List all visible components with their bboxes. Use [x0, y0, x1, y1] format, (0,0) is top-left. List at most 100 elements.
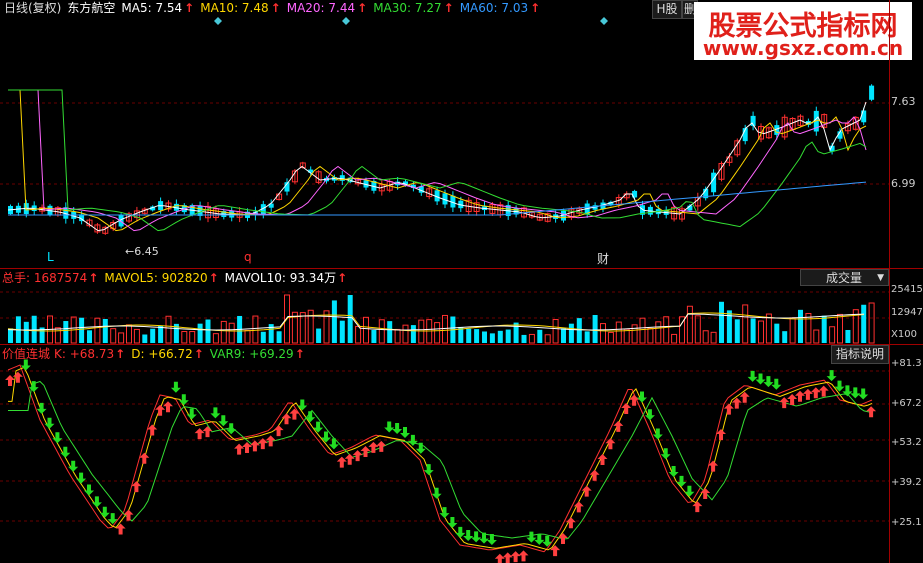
arrow-up-icon	[234, 443, 245, 455]
arrow-up-icon	[202, 426, 213, 438]
volume-bar	[54, 327, 61, 344]
var9-value: VAR9: +69.29	[209, 347, 294, 361]
volume-bar	[647, 327, 654, 344]
arrow-up-icon	[344, 453, 355, 465]
volume-bar	[750, 318, 756, 343]
volume-bar	[537, 329, 543, 343]
volume-bar	[94, 317, 101, 344]
volume-bar	[410, 325, 416, 343]
volume-bar	[394, 328, 401, 344]
marker-finance[interactable]: 财	[597, 250, 609, 267]
arrow-up-icon	[597, 454, 608, 465]
volume-bar	[205, 319, 211, 343]
volume-bar	[434, 322, 441, 344]
arrow-up-icon	[589, 469, 600, 481]
candle-body	[861, 110, 867, 123]
volume-bar	[189, 331, 196, 344]
arrow-down-icon	[850, 387, 861, 399]
volume-indicator-dropdown[interactable]: 成交量 ▼	[800, 269, 889, 286]
volume-bar	[197, 323, 203, 343]
volume-bar	[671, 333, 678, 344]
chevron-down-icon: ▼	[877, 273, 884, 283]
indicator-tick-3: +53.2	[891, 437, 922, 448]
event-diamond-icon	[342, 17, 350, 25]
price-tick-high: 7.63	[891, 95, 916, 108]
mavol5-up-icon: ↑	[208, 271, 219, 285]
arrow-up-icon	[115, 523, 126, 535]
volume-tick-unit: X100	[891, 329, 917, 340]
marker-q[interactable]: q	[244, 250, 252, 264]
candle-body	[869, 85, 875, 100]
arrow-down-icon	[431, 487, 442, 499]
arrow-up-icon	[352, 450, 363, 462]
low-price-annotation: ←6.45	[125, 245, 159, 258]
volume-bar	[742, 304, 749, 344]
arrow-down-icon	[384, 421, 395, 433]
arrow-down-icon	[526, 531, 537, 543]
arrow-up-icon	[802, 388, 813, 400]
var9-up-icon: ↑	[294, 347, 305, 361]
volume-bar	[497, 330, 503, 343]
indicator-help-button[interactable]: 指标说明	[831, 345, 889, 364]
volume-bar	[299, 312, 306, 344]
volume-bar	[600, 323, 606, 344]
volume-bar	[544, 334, 551, 344]
arrow-down-icon	[637, 391, 647, 403]
arrow-down-icon	[36, 402, 47, 414]
volume-header: 总手: 1687574↑ MAVOL5: 902820↑ MAVOL10: 93.3…	[2, 270, 353, 286]
mavol5-label: MAVOL5: 902820	[104, 271, 208, 285]
arrow-up-icon	[368, 441, 379, 453]
volume-bar	[158, 325, 164, 343]
arrow-up-icon	[581, 485, 592, 497]
volume-bar	[474, 329, 480, 343]
event-diamond-icon	[214, 17, 222, 25]
arrow-down-icon	[755, 373, 766, 385]
arrow-up-icon	[155, 404, 166, 416]
volume-bar	[181, 331, 188, 344]
volume-bar	[212, 333, 219, 344]
arrow-up-icon	[194, 428, 205, 440]
volume-bar	[339, 320, 345, 343]
d-up-icon: ↑	[193, 347, 204, 361]
volume-bar	[513, 322, 519, 343]
volume-bar	[8, 328, 13, 343]
volume-bar	[758, 320, 764, 344]
volume-bar	[837, 313, 843, 344]
arrow-up-icon	[621, 403, 632, 415]
indicator-name[interactable]: 价值连城	[2, 347, 50, 361]
volume-bar	[710, 331, 717, 344]
candle-body	[711, 172, 717, 193]
volume-bar	[615, 321, 622, 344]
arrow-down-icon	[471, 531, 482, 543]
arrow-down-icon	[771, 378, 782, 390]
indicator-tick-5: +25.1	[891, 517, 922, 528]
price-gridlines	[0, 102, 889, 522]
arrow-down-icon	[684, 485, 695, 497]
volume-bar	[220, 320, 227, 344]
volume-bar	[655, 321, 662, 344]
volume-bar	[607, 331, 614, 344]
arrow-up-icon	[810, 387, 821, 399]
volume-bar	[118, 332, 125, 344]
volume-bar	[734, 319, 740, 343]
arrow-down-icon	[60, 446, 71, 458]
arrow-down-icon	[660, 448, 671, 460]
arrow-down-icon	[218, 415, 229, 427]
event-diamond-icon	[600, 17, 608, 25]
volume-bar	[719, 301, 724, 343]
volume-tick-high: 25415	[891, 284, 923, 295]
volume-bar	[568, 323, 574, 343]
volume-bar	[663, 316, 670, 344]
marker-l[interactable]: L	[47, 250, 54, 264]
arrow-down-icon	[747, 370, 758, 382]
volume-bar	[561, 328, 566, 343]
volume-bar	[521, 334, 527, 343]
volume-bar	[133, 328, 140, 344]
arrow-up-icon	[163, 401, 173, 413]
right-axis-line	[889, 0, 890, 563]
volume-bar	[868, 302, 875, 344]
volume-bar	[821, 315, 827, 343]
volume-bar	[845, 329, 851, 343]
arrow-up-icon	[565, 517, 576, 529]
arrow-down-icon	[423, 464, 434, 476]
